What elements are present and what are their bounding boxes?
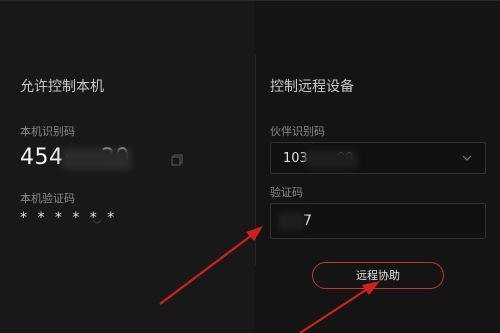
control-remote-title: 控制远程设备 [270, 79, 354, 95]
partner-id-combo[interactable]: 103·······00 [270, 142, 486, 174]
panel-divider [255, 55, 256, 265]
chevron-down-icon[interactable] [461, 152, 473, 164]
redaction-blur [62, 148, 132, 170]
allow-control-title: 允许控制本机 [20, 79, 104, 95]
partner-id-label: 伙伴识别码 [270, 125, 325, 138]
top-border [0, 0, 500, 1]
local-id-label: 本机识别码 [20, 125, 75, 138]
remote-assist-button[interactable]: 远程协助 [312, 262, 444, 289]
local-verify-label: 本机验证码 [20, 192, 75, 205]
local-verify-value: * * * * * * [20, 210, 118, 226]
verify-code-label: 验证码 [270, 186, 303, 199]
refresh-icon[interactable] [92, 218, 102, 226]
verify-code-value: 7 [303, 213, 312, 229]
redaction-blur [278, 212, 304, 230]
redaction-blur [305, 150, 357, 168]
copy-icon[interactable] [171, 154, 183, 166]
